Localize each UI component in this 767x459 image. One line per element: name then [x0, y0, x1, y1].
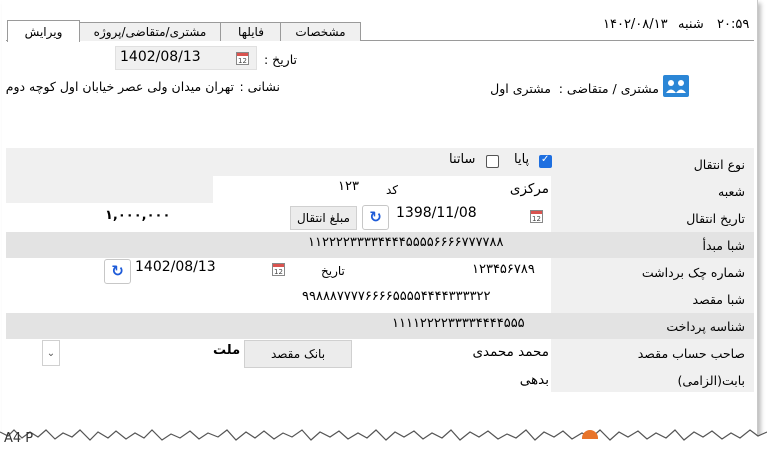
transfer-amount-label: مبلغ انتقال: [290, 206, 357, 230]
address-value: تهران میدان ولی عصر خیابان اول کوچه دوم: [5, 79, 234, 94]
source-sheba-label: شبا مبدأ: [702, 238, 745, 253]
address-label: نشانی :: [239, 79, 280, 94]
check-number-label: شماره چک برداشت: [641, 265, 745, 280]
branch-value: مرکزی: [509, 181, 549, 197]
torn-edge: [0, 429, 767, 459]
customer-value: مشتری اول: [490, 81, 551, 96]
dest-owner-label: صاحب حساب مقصد: [637, 346, 745, 361]
footer-orange-icon: [582, 430, 598, 439]
satna-label: ساتنا: [449, 152, 476, 167]
payment-id-label: شناسه پرداخت: [666, 319, 745, 334]
dest-sheba-label: شبا مقصد: [692, 292, 745, 307]
check-date-value[interactable]: 1402/08/13: [135, 259, 216, 275]
current-date: ۱۴۰۲/۰۸/۱۳: [603, 17, 668, 32]
chevron-down-icon: ⌄: [46, 347, 56, 359]
customer-label: مشتری / متقاضی :: [558, 81, 659, 96]
branch-code-cell[interactable]: [213, 176, 401, 203]
source-sheba-value[interactable]: ۱۱۲۲۲۲۳۳۳۳۴۴۴۴۵۵۵۵۶۶۶۶۷۷۷۷۸۸: [308, 235, 504, 250]
branch-code-value: ۱۲۳: [338, 179, 359, 194]
transfer-date-calendar-icon[interactable]: 12: [530, 210, 543, 223]
header-date-label: تاریخ :: [263, 52, 297, 67]
paya-checkbox[interactable]: [539, 154, 552, 168]
check-date-calendar-icon[interactable]: 12: [272, 263, 285, 276]
clock-time: ۲۰:۵۹: [717, 17, 750, 32]
dest-owner-value[interactable]: محمد محمدی: [472, 344, 549, 360]
row-band-payment-id: [6, 313, 754, 339]
tab-customer-project[interactable]: مشتری/متقاضی/پروژه: [78, 22, 222, 41]
customers-icon[interactable]: [663, 75, 689, 97]
footer-partial-text: A4 P: [4, 431, 34, 446]
tab-files[interactable]: فایلها: [220, 22, 282, 41]
refresh-icon: ↻: [369, 208, 382, 226]
reason-value[interactable]: بدهی: [520, 372, 549, 388]
transfer-amount-value[interactable]: ۱,۰۰۰,۰۰۰: [105, 208, 170, 223]
refresh-icon: ↻: [111, 262, 124, 280]
transfer-date-refresh-button[interactable]: ↻: [362, 205, 389, 230]
check-date-label: تاریخ: [321, 264, 345, 278]
day-name: شنبه: [678, 17, 704, 32]
check-number-value[interactable]: ۱۲۳۴۵۶۷۸۹: [472, 262, 535, 277]
header-date-field[interactable]: 1402/08/13 12: [115, 46, 257, 70]
check-date-refresh-button[interactable]: ↻: [104, 259, 131, 284]
transfer-date-value[interactable]: 1398/11/08: [396, 205, 477, 221]
dest-bank-value[interactable]: ملت: [213, 343, 240, 358]
transfer-type-label: نوع انتقال: [693, 157, 745, 172]
tab-details[interactable]: مشخصات: [280, 22, 361, 41]
calendar-icon[interactable]: 12: [236, 52, 249, 65]
dest-bank-label: بانک مقصد: [244, 340, 352, 368]
dest-sheba-value[interactable]: ۹۹۸۸۸۷۷۷۷۶۶۶۶۵۵۵۵۴۴۴۴۳۳۳۳۲۲: [302, 289, 491, 304]
reason-row: [6, 367, 551, 392]
branch-label: شعبه: [718, 184, 745, 199]
dest-bank-dropdown[interactable]: ⌄: [42, 340, 60, 366]
paya-label: پایا: [514, 152, 530, 167]
branch-code-label: کد: [386, 183, 399, 197]
tab-edit[interactable]: ویرایش: [7, 20, 80, 42]
transfer-date-label: تاریخ انتقال: [686, 211, 745, 226]
satna-checkbox[interactable]: [486, 155, 499, 168]
reason-label: بابت(الزامی): [677, 373, 745, 388]
payment-id-value[interactable]: ۱۱۱۱۲۲۲۲۳۳۳۳۴۴۴۴۵۵۵: [392, 316, 525, 331]
